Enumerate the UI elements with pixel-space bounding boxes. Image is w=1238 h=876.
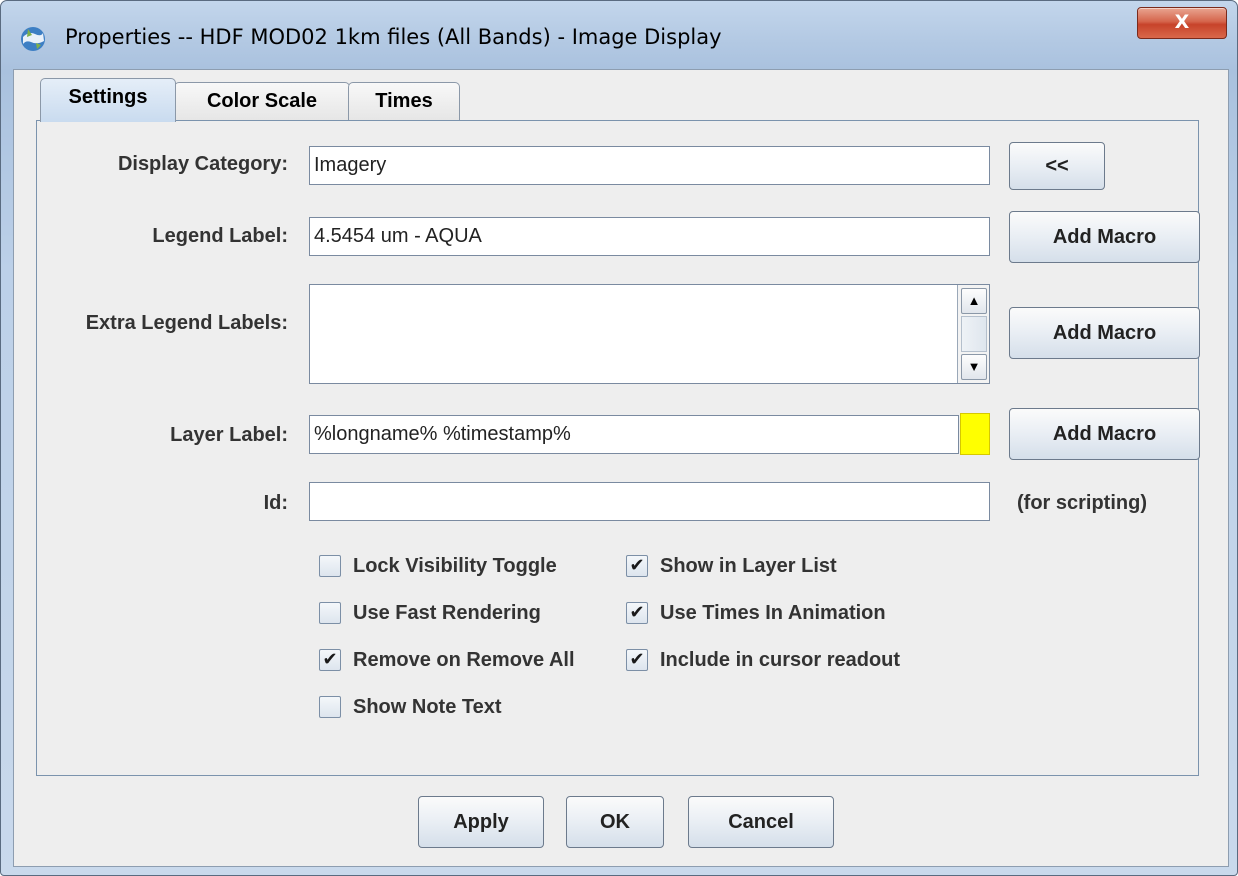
tab-settings[interactable]: Settings <box>40 78 176 122</box>
scroll-up-icon: ▲ <box>967 293 981 308</box>
extra-legend-labels-add-macro-button[interactable]: Add Macro <box>1009 307 1200 359</box>
legend-label-input[interactable]: 4.5454 um - AQUA <box>309 217 990 256</box>
scroll-down-icon: ▼ <box>967 359 981 374</box>
cancel-button[interactable]: Cancel <box>688 796 834 848</box>
layer-label-color-swatch[interactable] <box>960 413 990 455</box>
title-bar[interactable]: Properties -- HDF MOD02 1km files (All B… <box>1 1 1237 71</box>
checkbox-box <box>319 602 341 624</box>
checkbox-label: Show Note Text <box>353 696 502 718</box>
checkbox-label: Remove on Remove All <box>353 649 575 671</box>
legend-label-label: Legend Label: <box>152 225 288 247</box>
checkmark-icon: ✔ <box>629 649 645 670</box>
app-icon <box>19 25 47 53</box>
scroll-down-button[interactable]: ▼ <box>961 354 987 380</box>
extra-legend-labels-label: Extra Legend Labels: <box>85 312 288 334</box>
scroll-up-button[interactable]: ▲ <box>961 288 987 314</box>
layer-label-label: Layer Label: <box>170 424 288 446</box>
checkbox-label: Lock Visibility Toggle <box>353 555 557 577</box>
checkbox-label: Include in cursor readout <box>660 649 901 671</box>
id-label: Id: <box>263 492 288 514</box>
display-category-label: Display Category: <box>117 153 288 175</box>
ok-button[interactable]: OK <box>566 796 664 848</box>
id-scripting-note: (for scripting) <box>1017 492 1147 514</box>
window-title: Properties -- HDF MOD02 1km files (All B… <box>65 25 722 49</box>
extra-legend-labels-scrollbar[interactable]: ▲ ▼ <box>957 285 989 383</box>
checkmark-icon: ✔ <box>322 649 338 670</box>
layer-label-add-macro-button[interactable]: Add Macro <box>1009 408 1200 460</box>
dialog-content: Settings Color Scale Times Display Categ… <box>13 69 1229 867</box>
checkbox-box: ✔ <box>626 602 648 624</box>
tab-color-scale[interactable]: Color Scale <box>174 82 350 120</box>
display-category-input[interactable]: Imagery <box>309 146 990 185</box>
checkbox-box <box>319 555 341 577</box>
checkbox-box: ✔ <box>626 555 648 577</box>
checkbox-label: Show in Layer List <box>660 555 837 577</box>
checkbox-box: ✔ <box>319 649 341 671</box>
checkbox-label: Use Times In Animation <box>660 602 886 624</box>
apply-button[interactable]: Apply <box>418 796 544 848</box>
settings-panel: Display Category: Imagery << Legend Labe… <box>36 120 1200 776</box>
id-input[interactable] <box>309 482 990 521</box>
checkmark-icon: ✔ <box>629 602 645 623</box>
checkbox-box <box>319 696 341 718</box>
display-category-toggle-button[interactable]: << <box>1009 142 1105 190</box>
scroll-thumb[interactable] <box>961 316 987 352</box>
layer-label-input[interactable]: %longname% %timestamp% <box>309 415 959 454</box>
properties-dialog: Properties -- HDF MOD02 1km files (All B… <box>0 0 1238 876</box>
close-button[interactable]: X <box>1137 7 1227 39</box>
close-icon: X <box>1174 11 1190 33</box>
tab-times[interactable]: Times <box>348 82 460 120</box>
legend-label-add-macro-button[interactable]: Add Macro <box>1009 211 1200 263</box>
checkbox-box: ✔ <box>626 649 648 671</box>
extra-legend-labels-textarea[interactable]: ▲ ▼ <box>309 284 990 384</box>
checkmark-icon: ✔ <box>629 555 645 576</box>
checkbox-label: Use Fast Rendering <box>353 602 541 624</box>
